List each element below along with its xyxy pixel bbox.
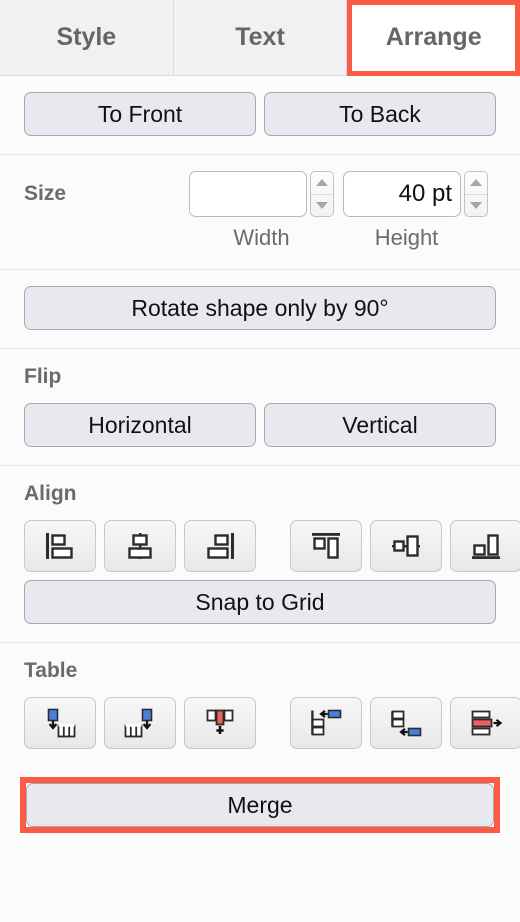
order-section: To Front To Back bbox=[0, 76, 520, 155]
align-middle-vertical-button[interactable] bbox=[370, 520, 442, 572]
flip-section: Flip Horizontal Vertical bbox=[0, 349, 520, 466]
height-stepper-up[interactable] bbox=[465, 172, 487, 195]
height-stepper-down[interactable] bbox=[465, 195, 487, 217]
tab-text[interactable]: Text bbox=[173, 0, 348, 76]
tab-text-label: Text bbox=[235, 23, 285, 51]
width-stepper-up[interactable] bbox=[311, 172, 333, 195]
flip-section-title: Flip bbox=[24, 365, 62, 388]
align-bottom-button[interactable] bbox=[450, 520, 520, 572]
to-front-button[interactable]: To Front bbox=[24, 92, 256, 136]
align-right-icon bbox=[205, 532, 235, 560]
flip-horizontal-label: Horizontal bbox=[88, 411, 192, 438]
insert-row-above-icon bbox=[309, 708, 343, 738]
rotate-section: Rotate shape only by 90° bbox=[0, 270, 520, 349]
height-field-group bbox=[343, 171, 488, 217]
tab-style-label: Style bbox=[56, 23, 117, 51]
size-row: Size bbox=[24, 171, 496, 217]
insert-row-above-button[interactable] bbox=[290, 697, 362, 749]
tab-arrange[interactable]: Arrange bbox=[347, 0, 520, 76]
flip-horizontal-button[interactable]: Horizontal bbox=[24, 403, 256, 447]
align-right-button[interactable] bbox=[184, 520, 256, 572]
delete-column-icon bbox=[203, 708, 237, 738]
align-center-horizontal-button[interactable] bbox=[104, 520, 176, 572]
rotate-shape-label: Rotate shape only by 90° bbox=[131, 294, 389, 321]
insert-column-left-icon bbox=[43, 708, 77, 738]
insert-row-below-button[interactable] bbox=[370, 697, 442, 749]
insert-row-below-icon bbox=[389, 708, 423, 738]
width-stepper-down[interactable] bbox=[311, 195, 333, 217]
align-section-title: Align bbox=[24, 482, 77, 505]
to-front-label: To Front bbox=[97, 100, 183, 127]
merge-section: Merge bbox=[0, 763, 520, 853]
align-left-icon bbox=[45, 532, 75, 560]
width-field-group bbox=[189, 171, 334, 217]
flip-vertical-label: Vertical bbox=[342, 411, 418, 438]
align-center-horizontal-icon bbox=[125, 532, 155, 560]
width-sublabel: Width bbox=[233, 225, 290, 250]
insert-column-right-icon bbox=[123, 708, 157, 738]
align-button-row bbox=[24, 520, 520, 572]
delete-row-icon bbox=[469, 708, 503, 738]
height-sublabel: Height bbox=[374, 225, 439, 250]
insert-column-left-button[interactable] bbox=[24, 697, 96, 749]
order-button-row: To Front To Back bbox=[24, 92, 496, 136]
height-stepper[interactable] bbox=[464, 171, 488, 217]
height-input[interactable] bbox=[343, 171, 461, 217]
snap-to-grid-button[interactable]: Snap to Grid bbox=[24, 580, 496, 624]
flip-button-row: Horizontal Vertical bbox=[24, 403, 496, 447]
to-back-button[interactable]: To Back bbox=[264, 92, 496, 136]
size-section: Size Width Height bbox=[0, 155, 520, 270]
size-sublabels: Width Height bbox=[24, 225, 496, 251]
tab-arrange-label: Arrange bbox=[385, 23, 482, 51]
snap-to-grid-label: Snap to Grid bbox=[195, 588, 325, 615]
insert-column-right-button[interactable] bbox=[104, 697, 176, 749]
align-section: Align Snap to Grid bbox=[0, 466, 520, 643]
align-top-button[interactable] bbox=[290, 520, 362, 572]
rotate-shape-button[interactable]: Rotate shape only by 90° bbox=[24, 286, 496, 330]
table-button-row bbox=[24, 697, 520, 749]
width-input[interactable] bbox=[189, 171, 307, 217]
flip-vertical-button[interactable]: Vertical bbox=[264, 403, 496, 447]
table-section: Table bbox=[0, 643, 520, 763]
align-left-button[interactable] bbox=[24, 520, 96, 572]
delete-column-button[interactable] bbox=[184, 697, 256, 749]
merge-button[interactable]: Merge bbox=[26, 783, 494, 827]
merge-highlight-box: Merge bbox=[20, 777, 500, 833]
merge-label: Merge bbox=[227, 791, 293, 818]
align-bottom-icon bbox=[471, 532, 501, 560]
align-top-icon bbox=[311, 532, 341, 560]
delete-row-button[interactable] bbox=[450, 697, 520, 749]
table-section-title: Table bbox=[24, 659, 78, 682]
panel-tabs: Style Text Arrange bbox=[0, 0, 520, 76]
align-middle-vertical-icon bbox=[391, 532, 421, 560]
to-back-label: To Back bbox=[339, 100, 421, 127]
width-stepper[interactable] bbox=[310, 171, 334, 217]
size-section-title: Size bbox=[24, 182, 67, 205]
tab-style[interactable]: Style bbox=[0, 0, 174, 76]
